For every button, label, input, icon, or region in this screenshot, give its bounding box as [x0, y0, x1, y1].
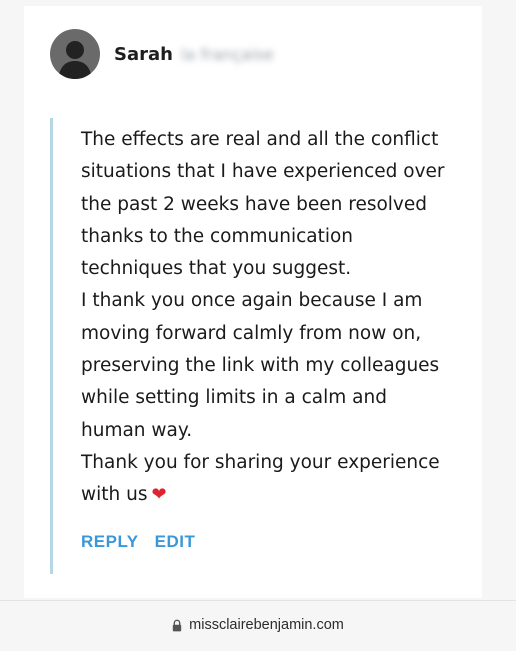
comment-card: Sarah la française The effects are real … — [24, 6, 482, 598]
edit-button[interactable]: EDIT — [155, 532, 196, 552]
comment-line: I thank you once again because I am — [81, 290, 423, 312]
author-surname-blurred: la française — [180, 44, 274, 64]
browser-address-bar[interactable]: missclairebenjamin.com — [0, 600, 516, 651]
lock-icon — [172, 619, 182, 631]
comment-line: human way. — [81, 419, 193, 441]
comment-line: The effects are real and all the conflic… — [81, 129, 439, 150]
comment-line: techniques that you suggest. — [81, 258, 352, 280]
comment-line: while setting limits in a calm and — [81, 387, 387, 409]
comment-body: The effects are real and all the conflic… — [50, 118, 473, 574]
comment-line: moving forward calmly from now on, — [81, 322, 422, 344]
comment-line-text: with us — [81, 484, 148, 506]
avatar[interactable] — [50, 29, 100, 79]
comment-actions: REPLY EDIT — [81, 532, 211, 552]
comment-line-last: with us ❤ — [81, 479, 465, 511]
url-display[interactable]: missclairebenjamin.com — [172, 617, 344, 633]
comment-text: The effects are real and all the conflic… — [81, 124, 465, 512]
comment-line: preserving the link with my colleagues — [81, 355, 440, 377]
heart-emoji-icon: ❤ — [151, 484, 167, 506]
comment-line: Thank you for sharing your experience — [81, 451, 440, 473]
comment-line: thanks to the communication — [81, 225, 354, 247]
comment-line: the past 2 weeks have been resolved — [81, 193, 428, 215]
author-first-name[interactable]: Sarah — [114, 44, 173, 65]
page-url: missclairebenjamin.com — [189, 617, 344, 633]
comment-line: situations that I have experienced over — [81, 161, 445, 183]
reply-button[interactable]: REPLY — [81, 532, 139, 552]
comment-author: Sarah la française — [50, 29, 274, 79]
user-silhouette-icon — [58, 41, 92, 79]
